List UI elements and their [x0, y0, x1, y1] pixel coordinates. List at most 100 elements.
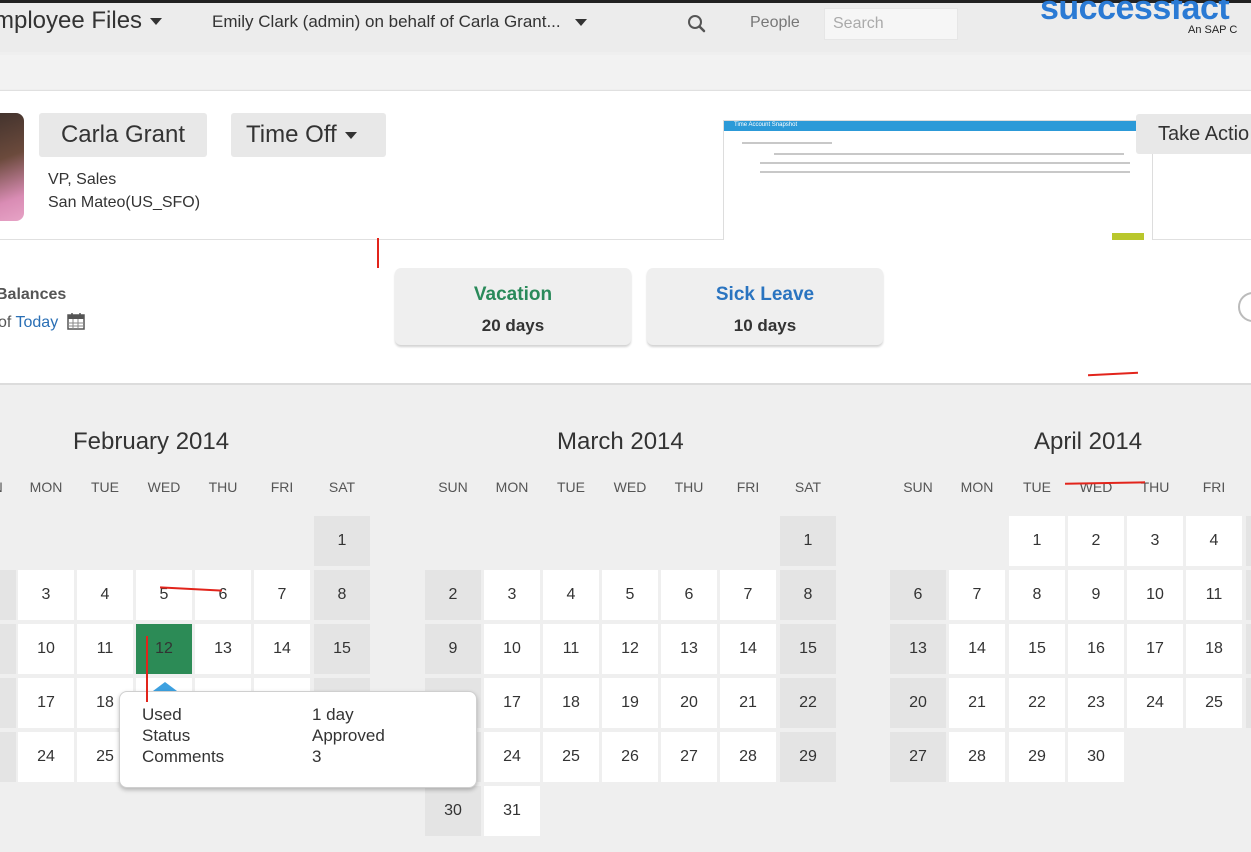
calendar-day[interactable]: 25: [543, 732, 599, 782]
calendar-day[interactable]: 22: [780, 678, 836, 728]
calendar-day[interactable]: 5: [136, 570, 192, 620]
calendar-day[interactable]: 4: [543, 570, 599, 620]
calendar-day[interactable]: 19: [602, 678, 658, 728]
take-action-button[interactable]: Take Actio: [1136, 114, 1251, 154]
calendar-day[interactable]: 8: [314, 570, 370, 620]
sick-leave-balance-tile[interactable]: Sick Leave 10 days: [647, 268, 883, 345]
calendar-day[interactable]: 17: [1127, 624, 1183, 674]
calendar-day[interactable]: 11: [543, 624, 599, 674]
calendar-day[interactable]: 11: [77, 624, 133, 674]
calendar-day[interactable]: 4: [77, 570, 133, 620]
calendar-day[interactable]: 16: [1068, 624, 1124, 674]
day-of-week-header: WED: [147, 479, 181, 495]
calendar-day[interactable]: 3: [18, 570, 74, 620]
search-icon[interactable]: [686, 13, 708, 35]
calendar-day[interactable]: 10: [18, 624, 74, 674]
calendar-day[interactable]: 14: [949, 624, 1005, 674]
calendar-day[interactable]: 22: [1009, 678, 1065, 728]
calendar-day[interactable]: 8: [780, 570, 836, 620]
calendar-day[interactable]: 2: [1068, 516, 1124, 566]
calendar-day[interactable]: 18: [543, 678, 599, 728]
calendar-day[interactable]: 30: [1068, 732, 1124, 782]
calendar-day[interactable]: 9: [1068, 570, 1124, 620]
vacation-balance-tile[interactable]: Vacation 20 days: [395, 268, 631, 345]
calendar-day[interactable]: 26: [602, 732, 658, 782]
calendar-day[interactable]: 7: [949, 570, 1005, 620]
calendar-day[interactable]: 14: [254, 624, 310, 674]
vacation-tile-value: 20 days: [481, 316, 545, 335]
calendar-day[interactable]: 15: [1009, 624, 1065, 674]
calendar-day[interactable]: 7: [254, 570, 310, 620]
calendar-day[interactable]: 21: [720, 678, 776, 728]
calendar-day[interactable]: 3: [484, 570, 540, 620]
calendar-day[interactable]: 24: [484, 732, 540, 782]
calendar-day[interactable]: 28: [949, 732, 1005, 782]
calendar-day[interactable]: 20: [661, 678, 717, 728]
calendar-day[interactable]: 24: [1127, 678, 1183, 728]
calendar-day[interactable]: 1: [780, 516, 836, 566]
calendar-day[interactable]: 5: [602, 570, 658, 620]
calendar-day[interactable]: 27: [661, 732, 717, 782]
calendar-day[interactable]: 10: [1127, 570, 1183, 620]
calendar-day[interactable]: 3: [1127, 516, 1183, 566]
calendar-day[interactable]: 4: [1186, 516, 1242, 566]
calendar-day[interactable]: 10: [484, 624, 540, 674]
calendar-day[interactable]: 13: [661, 624, 717, 674]
calendar-day[interactable]: 6: [661, 570, 717, 620]
search-category-dropdown[interactable]: People: [750, 14, 800, 32]
calendar-day[interactable]: 9: [0, 624, 16, 674]
day-of-week-header: MON: [495, 479, 529, 495]
calendar-day[interactable]: 15: [314, 624, 370, 674]
snapshot-title: Time Account Snapshot: [734, 122, 798, 128]
calendar-day[interactable]: 29: [1009, 732, 1065, 782]
next-balances-button[interactable]: [1238, 292, 1251, 322]
employee-name-button[interactable]: Carla Grant: [39, 113, 207, 157]
calendar-day[interactable]: 24: [18, 732, 74, 782]
calendar-day[interactable]: 13: [195, 624, 251, 674]
calendar-day-leave[interactable]: 12: [136, 624, 192, 674]
calendar-day[interactable]: 27: [890, 732, 946, 782]
calendar-day[interactable]: 25: [1186, 678, 1242, 728]
calendar-day[interactable]: 1: [314, 516, 370, 566]
search-input[interactable]: [824, 8, 958, 40]
calendar-day[interactable]: 1: [1009, 516, 1065, 566]
calendar-day[interactable]: 31: [484, 786, 540, 836]
calendar-day[interactable]: 7: [720, 570, 776, 620]
as-of-date-link[interactable]: Today: [16, 314, 59, 331]
calendar-day[interactable]: 5: [1246, 516, 1251, 566]
calendar-day[interactable]: 2: [425, 570, 481, 620]
calendar-day[interactable]: 8: [1009, 570, 1065, 620]
proxy-switcher[interactable]: Emily Clark (admin) on behalf of Carla G…: [212, 12, 587, 32]
calendar-day[interactable]: 28: [720, 732, 776, 782]
calendar-day[interactable]: 15: [780, 624, 836, 674]
calendar-day[interactable]: 18: [1186, 624, 1242, 674]
calendar-day[interactable]: 19: [1246, 624, 1251, 674]
employee-job-title: VP, Sales: [48, 171, 117, 188]
calendar-day[interactable]: 17: [484, 678, 540, 728]
employee-avatar[interactable]: [0, 113, 24, 221]
view-switcher-button[interactable]: Time Off: [231, 113, 386, 157]
module-switcher[interactable]: mployee Files: [0, 7, 163, 35]
calendar-day[interactable]: 21: [949, 678, 1005, 728]
calendar-day[interactable]: 26: [1246, 678, 1251, 728]
tooltip-status-value: Approved: [312, 726, 385, 745]
calendar-day[interactable]: 23: [0, 732, 16, 782]
calendar-day[interactable]: 16: [0, 678, 16, 728]
calendar-day[interactable]: 6: [195, 570, 251, 620]
day-of-week-header: SAT: [1246, 479, 1251, 495]
calendar-day[interactable]: 2: [0, 570, 16, 620]
calendar-day[interactable]: 12: [602, 624, 658, 674]
calendar-day[interactable]: 29: [780, 732, 836, 782]
calendar-day[interactable]: 6: [890, 570, 946, 620]
calendar-day[interactable]: 9: [425, 624, 481, 674]
calendar-day[interactable]: 11: [1186, 570, 1242, 620]
calendar-icon[interactable]: [66, 313, 85, 330]
calendar-day[interactable]: 17: [18, 678, 74, 728]
calendar-day[interactable]: 12: [1246, 570, 1251, 620]
time-account-snapshot-popup: Time Account Snapshot: [723, 120, 1153, 242]
calendar-day[interactable]: 23: [1068, 678, 1124, 728]
calendar-day[interactable]: 13: [890, 624, 946, 674]
calendar-day[interactable]: 30: [425, 786, 481, 836]
calendar-day[interactable]: 14: [720, 624, 776, 674]
calendar-day[interactable]: 20: [890, 678, 946, 728]
